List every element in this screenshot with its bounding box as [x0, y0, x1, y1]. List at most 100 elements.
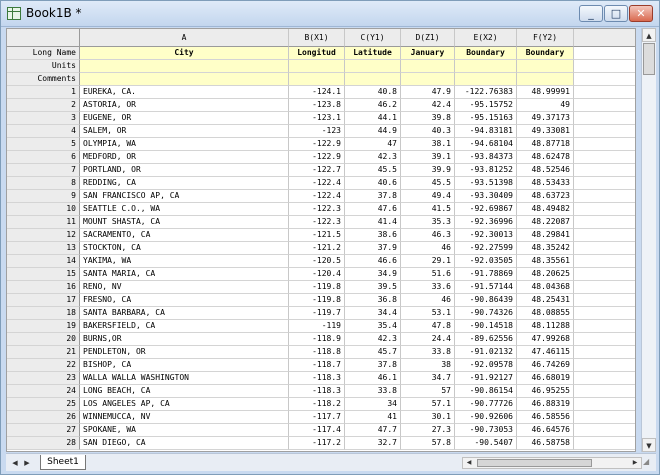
data-cell[interactable]: -90.74326 — [455, 307, 517, 320]
data-cell[interactable]: SAN DIEGO, CA — [80, 437, 289, 450]
data-cell[interactable]: YAKIMA, WA — [80, 255, 289, 268]
table-row[interactable]: 23 WALLA WALLA WASHINGTON -118.3 46.1 34.7 -9… — [7, 372, 635, 385]
close-button[interactable]: ✕ — [629, 5, 653, 22]
data-cell[interactable]: FRESNO, CA — [80, 294, 289, 307]
data-cell[interactable]: -121.2 — [289, 242, 345, 255]
table-row[interactable]: 18 SANTA BARBARA, CA -119.7 34.4 53.1 -90.743… — [7, 307, 635, 320]
data-cell[interactable]: -90.14518 — [455, 320, 517, 333]
data-cell[interactable]: -123 — [289, 125, 345, 138]
data-cell[interactable]: 57.8 — [401, 437, 455, 450]
data-cell[interactable]: 34 — [345, 398, 401, 411]
table-row[interactable]: 16 RENO, NV -119.8 39.5 33.6 -91.57144 48.0436… — [7, 281, 635, 294]
data-cell[interactable]: -122.76383 — [455, 86, 517, 99]
meta-cell[interactable] — [455, 60, 517, 73]
row-number[interactable]: 18 — [7, 307, 80, 320]
data-cell[interactable]: 48.20625 — [517, 268, 574, 281]
meta-cell[interactable] — [289, 60, 345, 73]
data-cell[interactable]: -119 — [289, 320, 345, 333]
data-cell[interactable]: 49.4 — [401, 190, 455, 203]
data-cell[interactable]: 41.5 — [401, 203, 455, 216]
meta-cell[interactable] — [345, 73, 401, 86]
data-cell[interactable]: 34.7 — [401, 372, 455, 385]
horizontal-scroll-thumb[interactable] — [477, 459, 592, 467]
data-cell[interactable]: PENDLETON, OR — [80, 346, 289, 359]
table-row[interactable]: 9 SAN FRANCISCO AP, CA -122.4 37.8 49.4 -93.3… — [7, 190, 635, 203]
data-cell[interactable]: -93.84373 — [455, 151, 517, 164]
data-cell[interactable]: -122.4 — [289, 177, 345, 190]
table-row[interactable]: 20 BURNS,OR -118.9 42.3 24.4 -89.62556 47.9926… — [7, 333, 635, 346]
data-cell[interactable]: 48.11288 — [517, 320, 574, 333]
data-cell[interactable]: -94.68104 — [455, 138, 517, 151]
corner-cell[interactable] — [7, 29, 80, 47]
row-number[interactable]: 10 — [7, 203, 80, 216]
meta-cell[interactable] — [455, 73, 517, 86]
meta-cell[interactable]: Boundary — [517, 47, 574, 60]
data-cell[interactable]: -124.1 — [289, 86, 345, 99]
table-row[interactable]: 2 ASTORIA, OR -123.8 46.2 42.4 -95.15752 49 — [7, 99, 635, 112]
data-cell[interactable]: -119.8 — [289, 294, 345, 307]
row-number[interactable]: 5 — [7, 138, 80, 151]
scroll-up-icon[interactable]: ▲ — [642, 28, 656, 42]
data-cell[interactable]: -90.92606 — [455, 411, 517, 424]
data-cell[interactable]: -93.30409 — [455, 190, 517, 203]
data-cell[interactable]: -119.8 — [289, 281, 345, 294]
resize-grip-icon[interactable]: ◢ — [643, 457, 655, 469]
row-number[interactable]: 25 — [7, 398, 80, 411]
data-cell[interactable]: -93.81252 — [455, 164, 517, 177]
data-cell[interactable]: 46.88319 — [517, 398, 574, 411]
data-cell[interactable]: -123.8 — [289, 99, 345, 112]
data-cell[interactable]: 48.53433 — [517, 177, 574, 190]
data-cell[interactable]: 30.1 — [401, 411, 455, 424]
table-row[interactable]: 12 SACRAMENTO, CA -121.5 38.6 46.3 -92.30013 4… — [7, 229, 635, 242]
data-cell[interactable]: 45.7 — [345, 346, 401, 359]
data-cell[interactable]: -91.92127 — [455, 372, 517, 385]
data-cell[interactable]: 32.7 — [345, 437, 401, 450]
data-cell[interactable]: -122.4 — [289, 190, 345, 203]
column-header-c[interactable]: C(Y1) — [345, 29, 401, 47]
row-number[interactable]: 17 — [7, 294, 80, 307]
data-cell[interactable]: 40.3 — [401, 125, 455, 138]
table-row[interactable]: 17 FRESNO, CA -119.8 36.8 46 -90.86439 48.2543… — [7, 294, 635, 307]
row-number[interactable]: 24 — [7, 385, 80, 398]
table-row[interactable]: 13 STOCKTON, CA -121.2 37.9 46 -92.27599 48.35… — [7, 242, 635, 255]
data-cell[interactable]: 46.1 — [345, 372, 401, 385]
data-cell[interactable]: 48.99991 — [517, 86, 574, 99]
data-cell[interactable]: 42.4 — [401, 99, 455, 112]
meta-cell[interactable] — [80, 60, 289, 73]
data-cell[interactable]: 38.1 — [401, 138, 455, 151]
meta-row-label[interactable]: Long Name — [7, 47, 80, 60]
row-number[interactable]: 2 — [7, 99, 80, 112]
data-cell[interactable]: 39.9 — [401, 164, 455, 177]
data-cell[interactable]: -92.27599 — [455, 242, 517, 255]
tab-sheet1[interactable]: Sheet1 — [40, 455, 86, 470]
data-cell[interactable]: BISHOP, CA — [80, 359, 289, 372]
data-cell[interactable]: 48.22087 — [517, 216, 574, 229]
row-number[interactable]: 6 — [7, 151, 80, 164]
row-number[interactable]: 21 — [7, 346, 80, 359]
data-cell[interactable]: -117.4 — [289, 424, 345, 437]
data-cell[interactable]: OLYMPIA, WA — [80, 138, 289, 151]
data-cell[interactable]: -94.83181 — [455, 125, 517, 138]
data-cell[interactable]: MEDFORD, OR — [80, 151, 289, 164]
data-cell[interactable]: 47 — [345, 138, 401, 151]
meta-cell[interactable] — [80, 73, 289, 86]
data-cell[interactable]: 47.99268 — [517, 333, 574, 346]
data-cell[interactable]: -90.73053 — [455, 424, 517, 437]
data-cell[interactable]: 46.95255 — [517, 385, 574, 398]
data-cell[interactable]: -122.3 — [289, 216, 345, 229]
data-cell[interactable]: SACRAMENTO, CA — [80, 229, 289, 242]
data-cell[interactable]: SEATTLE C.O., WA — [80, 203, 289, 216]
meta-cell[interactable] — [517, 73, 574, 86]
data-cell[interactable]: 45.5 — [401, 177, 455, 190]
data-cell[interactable]: -117.2 — [289, 437, 345, 450]
data-cell[interactable]: 35.4 — [345, 320, 401, 333]
data-cell[interactable]: -123.1 — [289, 112, 345, 125]
table-row[interactable]: 3 EUGENE, OR -123.1 44.1 39.8 -95.15163 49.371… — [7, 112, 635, 125]
data-cell[interactable]: 36.8 — [345, 294, 401, 307]
table-row[interactable]: 14 YAKIMA, WA -120.5 46.6 29.1 -92.03505 48.35… — [7, 255, 635, 268]
table-row[interactable]: 4 SALEM, OR -123 44.9 40.3 -94.83181 49.33081 — [7, 125, 635, 138]
data-cell[interactable]: 46.58758 — [517, 437, 574, 450]
meta-cell[interactable] — [517, 60, 574, 73]
row-number[interactable]: 14 — [7, 255, 80, 268]
data-cell[interactable]: WINNEMUCCA, NV — [80, 411, 289, 424]
